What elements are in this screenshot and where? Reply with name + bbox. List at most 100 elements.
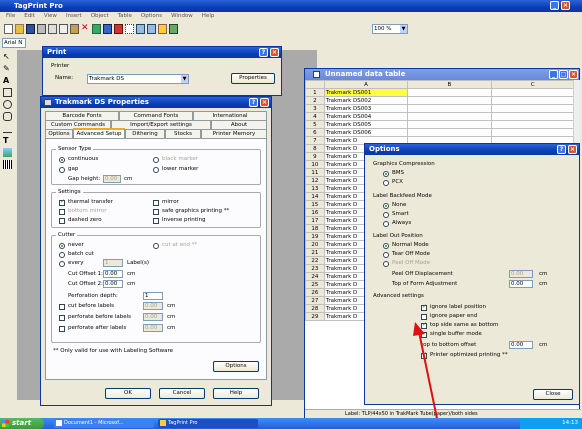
row-number[interactable]: 2 — [305, 96, 325, 105]
tab-advanced-setup[interactable]: Advanced Setup — [73, 128, 125, 138]
dashed-zero-checkbox[interactable] — [59, 218, 65, 224]
layer-icon[interactable] — [114, 24, 123, 34]
text-tool-icon[interactable]: A — [3, 76, 15, 85]
ok-button[interactable]: OK — [105, 388, 151, 399]
line-icon[interactable] — [3, 124, 12, 133]
column-header[interactable]: B — [407, 80, 492, 89]
cell-a[interactable]: Trakmark DS005 — [323, 120, 409, 129]
tab-about[interactable]: About — [211, 120, 267, 129]
copy-icon[interactable] — [59, 24, 68, 34]
column-header[interactable]: C — [490, 80, 576, 89]
row-number[interactable]: 8 — [305, 144, 325, 153]
peel-off-displacement-input[interactable]: 0.00 — [509, 270, 533, 278]
perforate-before-checkbox[interactable] — [59, 315, 65, 321]
peel-off-radio[interactable] — [383, 261, 389, 267]
save-icon[interactable] — [26, 24, 35, 34]
cell-b[interactable] — [407, 96, 492, 105]
inverse-printing-checkbox[interactable] — [153, 218, 159, 224]
cell-a[interactable]: Trakmark DS003 — [323, 104, 409, 113]
close-button[interactable]: Close — [533, 389, 573, 400]
row-number[interactable]: 9 — [305, 152, 325, 161]
bms-radio[interactable] — [383, 171, 389, 177]
row-number[interactable]: 29 — [305, 312, 325, 321]
row-number[interactable]: 20 — [305, 240, 325, 249]
open-icon[interactable] — [15, 24, 24, 34]
rotate-icon[interactable] — [158, 24, 167, 34]
menu-window[interactable]: Window — [171, 13, 193, 21]
bottom-mirror-checkbox[interactable] — [59, 209, 65, 215]
help-icon[interactable]: ? — [259, 48, 268, 57]
lower-marker-radio[interactable] — [153, 167, 159, 173]
app-titlebar[interactable]: TagPrint Pro _ × — [0, 0, 582, 12]
menu-edit[interactable]: Edit — [24, 13, 35, 21]
smart-radio[interactable] — [383, 212, 389, 218]
options-button[interactable]: Options — [213, 361, 259, 372]
cell-b[interactable] — [407, 88, 492, 97]
table-row[interactable]: 1 Trakmark DS001 — [305, 88, 576, 97]
column-header[interactable]: A — [323, 80, 409, 89]
menu-file[interactable]: File — [6, 13, 15, 21]
cut-at-end-radio[interactable] — [153, 243, 159, 249]
properties-titlebar[interactable]: Trakmark DS Properties ? × — [41, 97, 271, 108]
row-number[interactable]: 21 — [305, 248, 325, 257]
tear-off-radio[interactable] — [383, 252, 389, 258]
text-icon[interactable]: T — [3, 136, 15, 145]
group-icon[interactable] — [92, 24, 101, 34]
close-icon[interactable]: × — [260, 98, 269, 107]
grid-icon[interactable] — [125, 24, 134, 34]
ellipse-icon[interactable] — [3, 100, 12, 109]
gap-radio[interactable] — [59, 167, 65, 173]
table-row[interactable]: 3 Trakmark DS003 — [305, 104, 576, 113]
help-button[interactable]: Help — [213, 388, 259, 399]
row-number[interactable]: 1 — [305, 88, 325, 97]
chevron-down-icon[interactable]: ▼ — [400, 25, 407, 33]
cell-a[interactable]: Trakmark DS004 — [323, 112, 409, 121]
cell-a[interactable]: Trakmark DS002 — [323, 96, 409, 105]
row-number[interactable]: 27 — [305, 296, 325, 305]
cell-c[interactable] — [490, 112, 576, 121]
start-button[interactable]: start — [0, 418, 44, 429]
gap-height-input[interactable]: 0.00 — [103, 175, 121, 183]
cell-c[interactable] — [490, 120, 576, 129]
batch-cut-radio[interactable] — [59, 252, 65, 258]
every-input[interactable]: 1 — [103, 259, 123, 267]
row-number[interactable]: 10 — [305, 160, 325, 169]
always-radio[interactable] — [383, 221, 389, 227]
row-number[interactable]: 23 — [305, 264, 325, 273]
new-icon[interactable] — [4, 24, 13, 34]
safe-graphics-checkbox[interactable] — [153, 209, 159, 215]
menu-options[interactable]: Options — [141, 13, 162, 21]
print-icon[interactable] — [37, 24, 46, 34]
printer-name-select[interactable]: Trakmark DS ▼ — [87, 74, 189, 84]
tab-dithering[interactable]: Dithering — [125, 129, 165, 138]
row-number[interactable]: 15 — [305, 200, 325, 209]
row-number[interactable]: 17 — [305, 216, 325, 225]
tab-command-fonts[interactable]: Command Fonts — [119, 111, 193, 120]
cut-offset1-input[interactable]: 0.00 — [103, 270, 123, 278]
paste-icon[interactable] — [70, 24, 79, 34]
rectangle-icon[interactable] — [3, 88, 12, 97]
row-number[interactable]: 5 — [305, 120, 325, 129]
rounded-rect-icon[interactable] — [3, 112, 12, 121]
tab-options[interactable]: Options — [45, 129, 73, 138]
row-number[interactable]: 12 — [305, 176, 325, 185]
row-number[interactable]: 28 — [305, 304, 325, 313]
table-row[interactable]: 5 Trakmark DS005 — [305, 120, 576, 129]
table-row[interactable]: 2 Trakmark DS002 — [305, 96, 576, 105]
tab-printer-memory[interactable]: Printer Memory — [201, 129, 267, 138]
perforation-depth-input[interactable]: 1 — [143, 292, 163, 300]
row-number[interactable]: 25 — [305, 280, 325, 289]
close-icon[interactable]: × — [561, 1, 570, 10]
row-number[interactable]: 13 — [305, 184, 325, 193]
zoom-in-icon[interactable] — [136, 24, 145, 34]
cut-before-checkbox[interactable] — [59, 304, 65, 310]
cell-b[interactable] — [407, 112, 492, 121]
close-icon[interactable]: × — [270, 48, 279, 57]
perforate-before-input[interactable]: 0.00 — [143, 313, 163, 321]
zoom-select[interactable]: 100 % ▼ — [372, 24, 408, 34]
cell-b[interactable] — [407, 104, 492, 113]
cell-c[interactable] — [490, 128, 576, 137]
perforate-after-checkbox[interactable] — [59, 326, 65, 332]
normal-mode-radio[interactable] — [383, 243, 389, 249]
chevron-down-icon[interactable]: ▼ — [181, 75, 188, 83]
